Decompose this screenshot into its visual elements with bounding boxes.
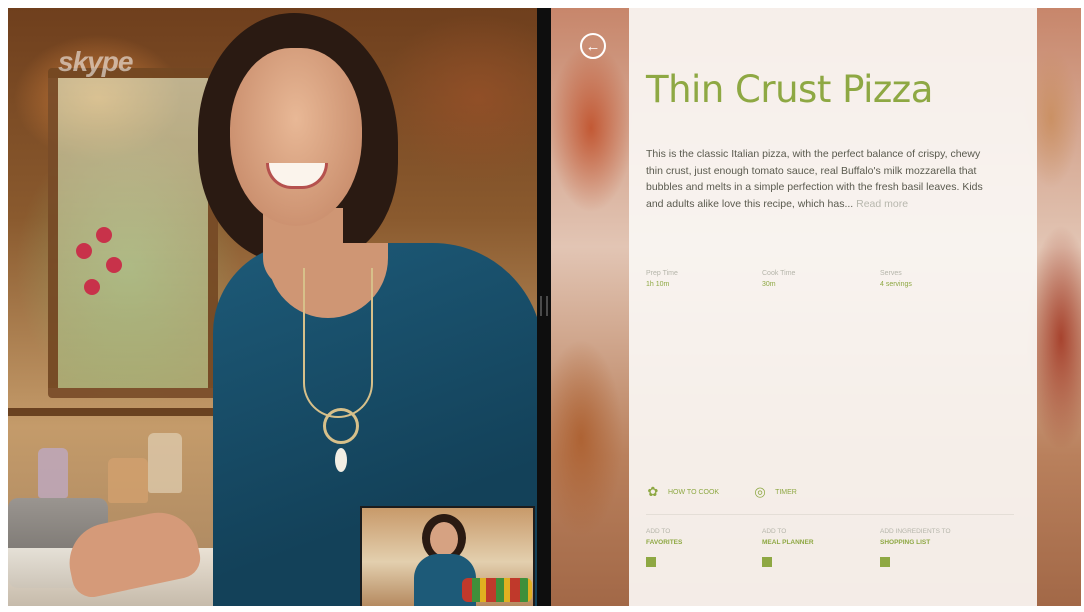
recipe-actions: ✿ HOW TO COOK ◎ TIMER [646,485,797,499]
read-more-link[interactable]: Read more [856,198,908,210]
add-to-favorites-button[interactable]: ADD TO FAVORITES [646,526,682,567]
add-to-label: ADD INGREDIENTS TO [880,528,951,535]
meta-value: 4 servings [880,281,912,288]
background-jar [38,448,68,498]
meta-value: 1h 10m [646,281,670,288]
add-to-shopping-list-button[interactable]: ADD INGREDIENTS TO SHOPPING LIST [880,526,951,567]
how-to-cook-button[interactable]: ✿ HOW TO COOK [646,484,720,499]
cook-time: Cook Time 30m [762,268,795,290]
timer-icon: ◎ [754,484,766,499]
timer-button[interactable]: ◎ TIMER [753,484,797,499]
recipe-description: This is the classic Italian pizza, with … [646,146,996,212]
meta-label: Cook Time [762,270,796,277]
add-to-label: ADD TO [762,528,787,535]
recipe-title: Thin Crust Pizza [646,68,933,111]
background-jar [108,458,148,503]
servings: Serves 4 servings [880,268,912,290]
add-to-target: SHOPPING LIST [880,539,931,546]
prep-time: Prep Time 1h 10m [646,268,678,290]
skype-logo: skype [58,46,133,77]
action-label: HOW TO COOK [668,488,720,496]
chef-hat-icon: ✿ [647,484,659,499]
add-to-target: FAVORITES [646,539,683,546]
favorites-icon [646,557,656,567]
meta-value: 30m [762,281,776,288]
recipe-description-text: This is the classic Italian pizza, with … [646,148,983,210]
divider [646,514,1014,515]
action-label: TIMER [775,488,797,496]
add-to-label: ADD TO [646,528,671,535]
skype-video-pane[interactable]: skype [8,8,537,606]
self-view-video[interactable] [360,506,535,606]
meta-label: Prep Time [646,270,678,277]
background-flowers [70,223,130,323]
add-to-meal-planner-button[interactable]: ADD TO MEAL PLANNER [762,526,814,567]
meta-label: Serves [880,270,902,277]
splitter-grip-icon[interactable] [540,296,548,316]
back-arrow-icon[interactable]: ← [580,33,606,59]
add-to-target: MEAL PLANNER [762,539,814,546]
calendar-icon [762,557,772,567]
shopping-list-icon [880,557,890,567]
